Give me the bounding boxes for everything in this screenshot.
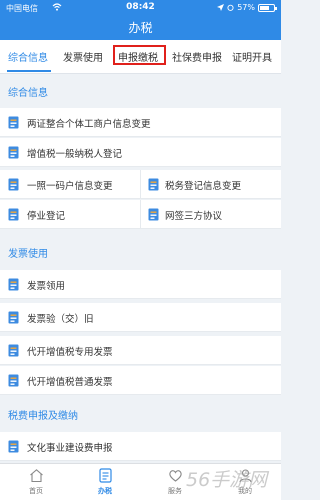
list-item[interactable]: 代开增值税普通发票 (0, 366, 281, 395)
nav-bar: 办税 (0, 16, 281, 40)
battery-icon (258, 3, 277, 12)
home-icon (29, 469, 43, 483)
document-icon (8, 146, 19, 159)
page-title: 办税 (128, 21, 153, 35)
list-item-label: 代开增值税专用发票 (27, 347, 113, 358)
document-icon (8, 278, 19, 291)
document-icon (8, 116, 19, 129)
list-item[interactable]: 发票验（交）旧 (0, 303, 281, 332)
list-item-label: 两证整合个体工商户信息变更 (27, 119, 151, 130)
document-icon (8, 374, 19, 387)
category-tabs: 综合信息 发票使用 申报缴税 社保费申报 证明开具 (0, 40, 281, 74)
list-item-label: 代开增值税普通发票 (27, 377, 113, 388)
list-item[interactable]: 两证整合个体工商户信息变更 (0, 108, 281, 137)
tab-tax-filing[interactable]: 申报缴税 (118, 49, 158, 64)
list-item[interactable]: 增值税一般纳税人登记 (0, 138, 281, 167)
list-item-label: 税务登记信息变更 (165, 181, 242, 192)
document-icon (8, 311, 19, 324)
list-item-label: 发票领用 (27, 281, 66, 292)
bottom-nav-label: 办税 (98, 487, 112, 495)
tab-comprehensive-info[interactable]: 综合信息 (8, 49, 48, 64)
list-item-label: 发票验（交）旧 (27, 314, 94, 325)
active-tab-indicator (7, 70, 51, 72)
section-title-tax-filing: 税费申报及缴纳 (0, 403, 281, 431)
tab-social-security[interactable]: 社保费申报 (172, 49, 222, 64)
document-icon (148, 178, 159, 191)
list-item-label: 文化事业建设费申报 (27, 443, 113, 454)
section-title-invoice-use: 发票使用 (0, 241, 281, 269)
list-item[interactable]: 发票领用 (0, 270, 281, 299)
document-list-icon (98, 468, 112, 483)
list-item-label: 增值税一般纳税人登记 (27, 149, 123, 160)
tab-certificate[interactable]: 证明开具 (232, 49, 272, 64)
status-bar: 中国电信 08:42 57% (0, 0, 281, 16)
heart-icon (168, 470, 182, 482)
list-item[interactable]: 停业登记 (0, 200, 140, 229)
list-item[interactable]: 文化事业建设费申报 (0, 432, 281, 461)
document-icon (148, 208, 159, 221)
tab-invoice-use[interactable]: 发票使用 (63, 49, 103, 64)
section-title-comprehensive-info: 综合信息 (0, 80, 281, 108)
document-icon (8, 440, 19, 453)
list-item-label: 停业登记 (27, 211, 66, 222)
list-item[interactable]: 代开增值税专用发票 (0, 336, 281, 365)
bottom-nav-home[interactable]: 首页 (16, 468, 56, 496)
document-icon (8, 344, 19, 357)
location-arrow-icon (217, 4, 225, 11)
list-item[interactable]: 一照一码户信息变更 (0, 170, 140, 199)
list-item[interactable]: 网签三方协议 (140, 200, 281, 229)
bottom-nav-label: 首页 (29, 487, 43, 495)
list-item[interactable]: 税务登记信息变更 (140, 170, 281, 199)
list-item-label: 网签三方协议 (165, 211, 223, 222)
list-item-label: 一照一码户信息变更 (27, 181, 113, 192)
bottom-nav-tax[interactable]: 办税 (85, 468, 125, 496)
document-icon (8, 178, 19, 191)
battery-percent: 57% (237, 3, 255, 12)
alarm-icon (227, 4, 234, 11)
document-icon (8, 208, 19, 221)
watermark-text: 56手游网 (186, 469, 268, 491)
